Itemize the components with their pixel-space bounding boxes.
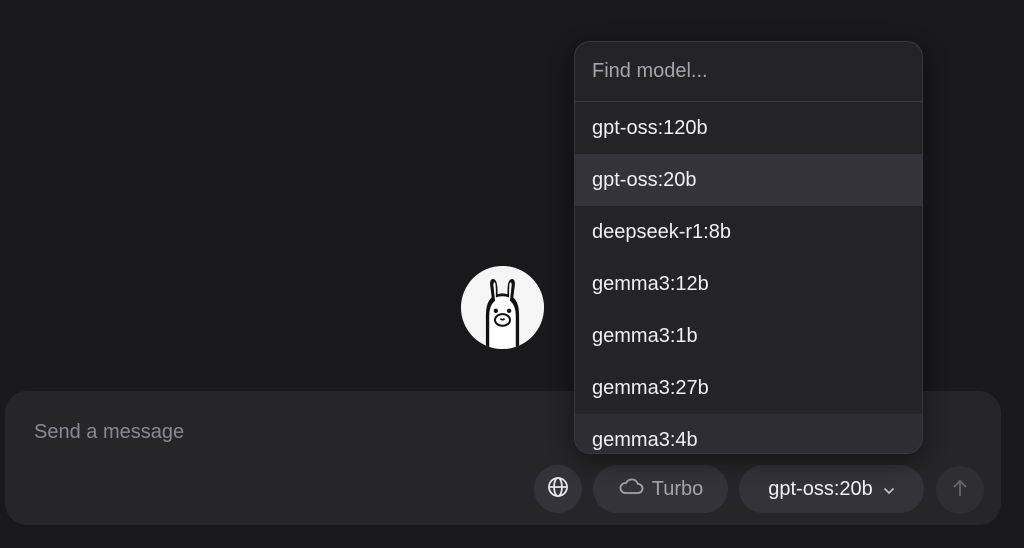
model-option-selected[interactable]: gpt-oss:20b: [575, 154, 922, 206]
model-option[interactable]: gemma3:12b: [575, 258, 922, 310]
cloud-icon: [618, 477, 644, 501]
send-button[interactable]: [936, 466, 984, 514]
model-selector-button[interactable]: gpt-oss:20b: [739, 465, 924, 513]
chat-app: Turbo gpt-oss:20b gpt-oss:120b gpt-oss: [0, 0, 1024, 548]
globe-icon: [546, 475, 570, 504]
chevron-down-icon: [883, 478, 895, 501]
model-option[interactable]: gemma3:4b: [575, 414, 922, 453]
model-option[interactable]: deepseek-r1:8b: [575, 206, 922, 258]
web-search-button[interactable]: [534, 465, 582, 513]
arrow-up-icon: [951, 478, 969, 503]
model-search-input[interactable]: [575, 42, 922, 102]
turbo-label: Turbo: [651, 477, 704, 500]
model-option[interactable]: gemma3:27b: [575, 362, 922, 414]
model-list: gpt-oss:120b gpt-oss:20b deepseek-r1:8b …: [575, 102, 922, 453]
selected-model-label: gpt-oss:20b: [768, 477, 873, 500]
model-picker-dropdown: gpt-oss:120b gpt-oss:20b deepseek-r1:8b …: [574, 41, 923, 454]
model-option[interactable]: gemma3:1b: [575, 310, 922, 362]
llama-logo-icon: [461, 266, 544, 349]
model-option[interactable]: gpt-oss:120b: [575, 102, 922, 154]
turbo-toggle[interactable]: Turbo: [593, 465, 728, 513]
message-input[interactable]: [32, 416, 556, 448]
